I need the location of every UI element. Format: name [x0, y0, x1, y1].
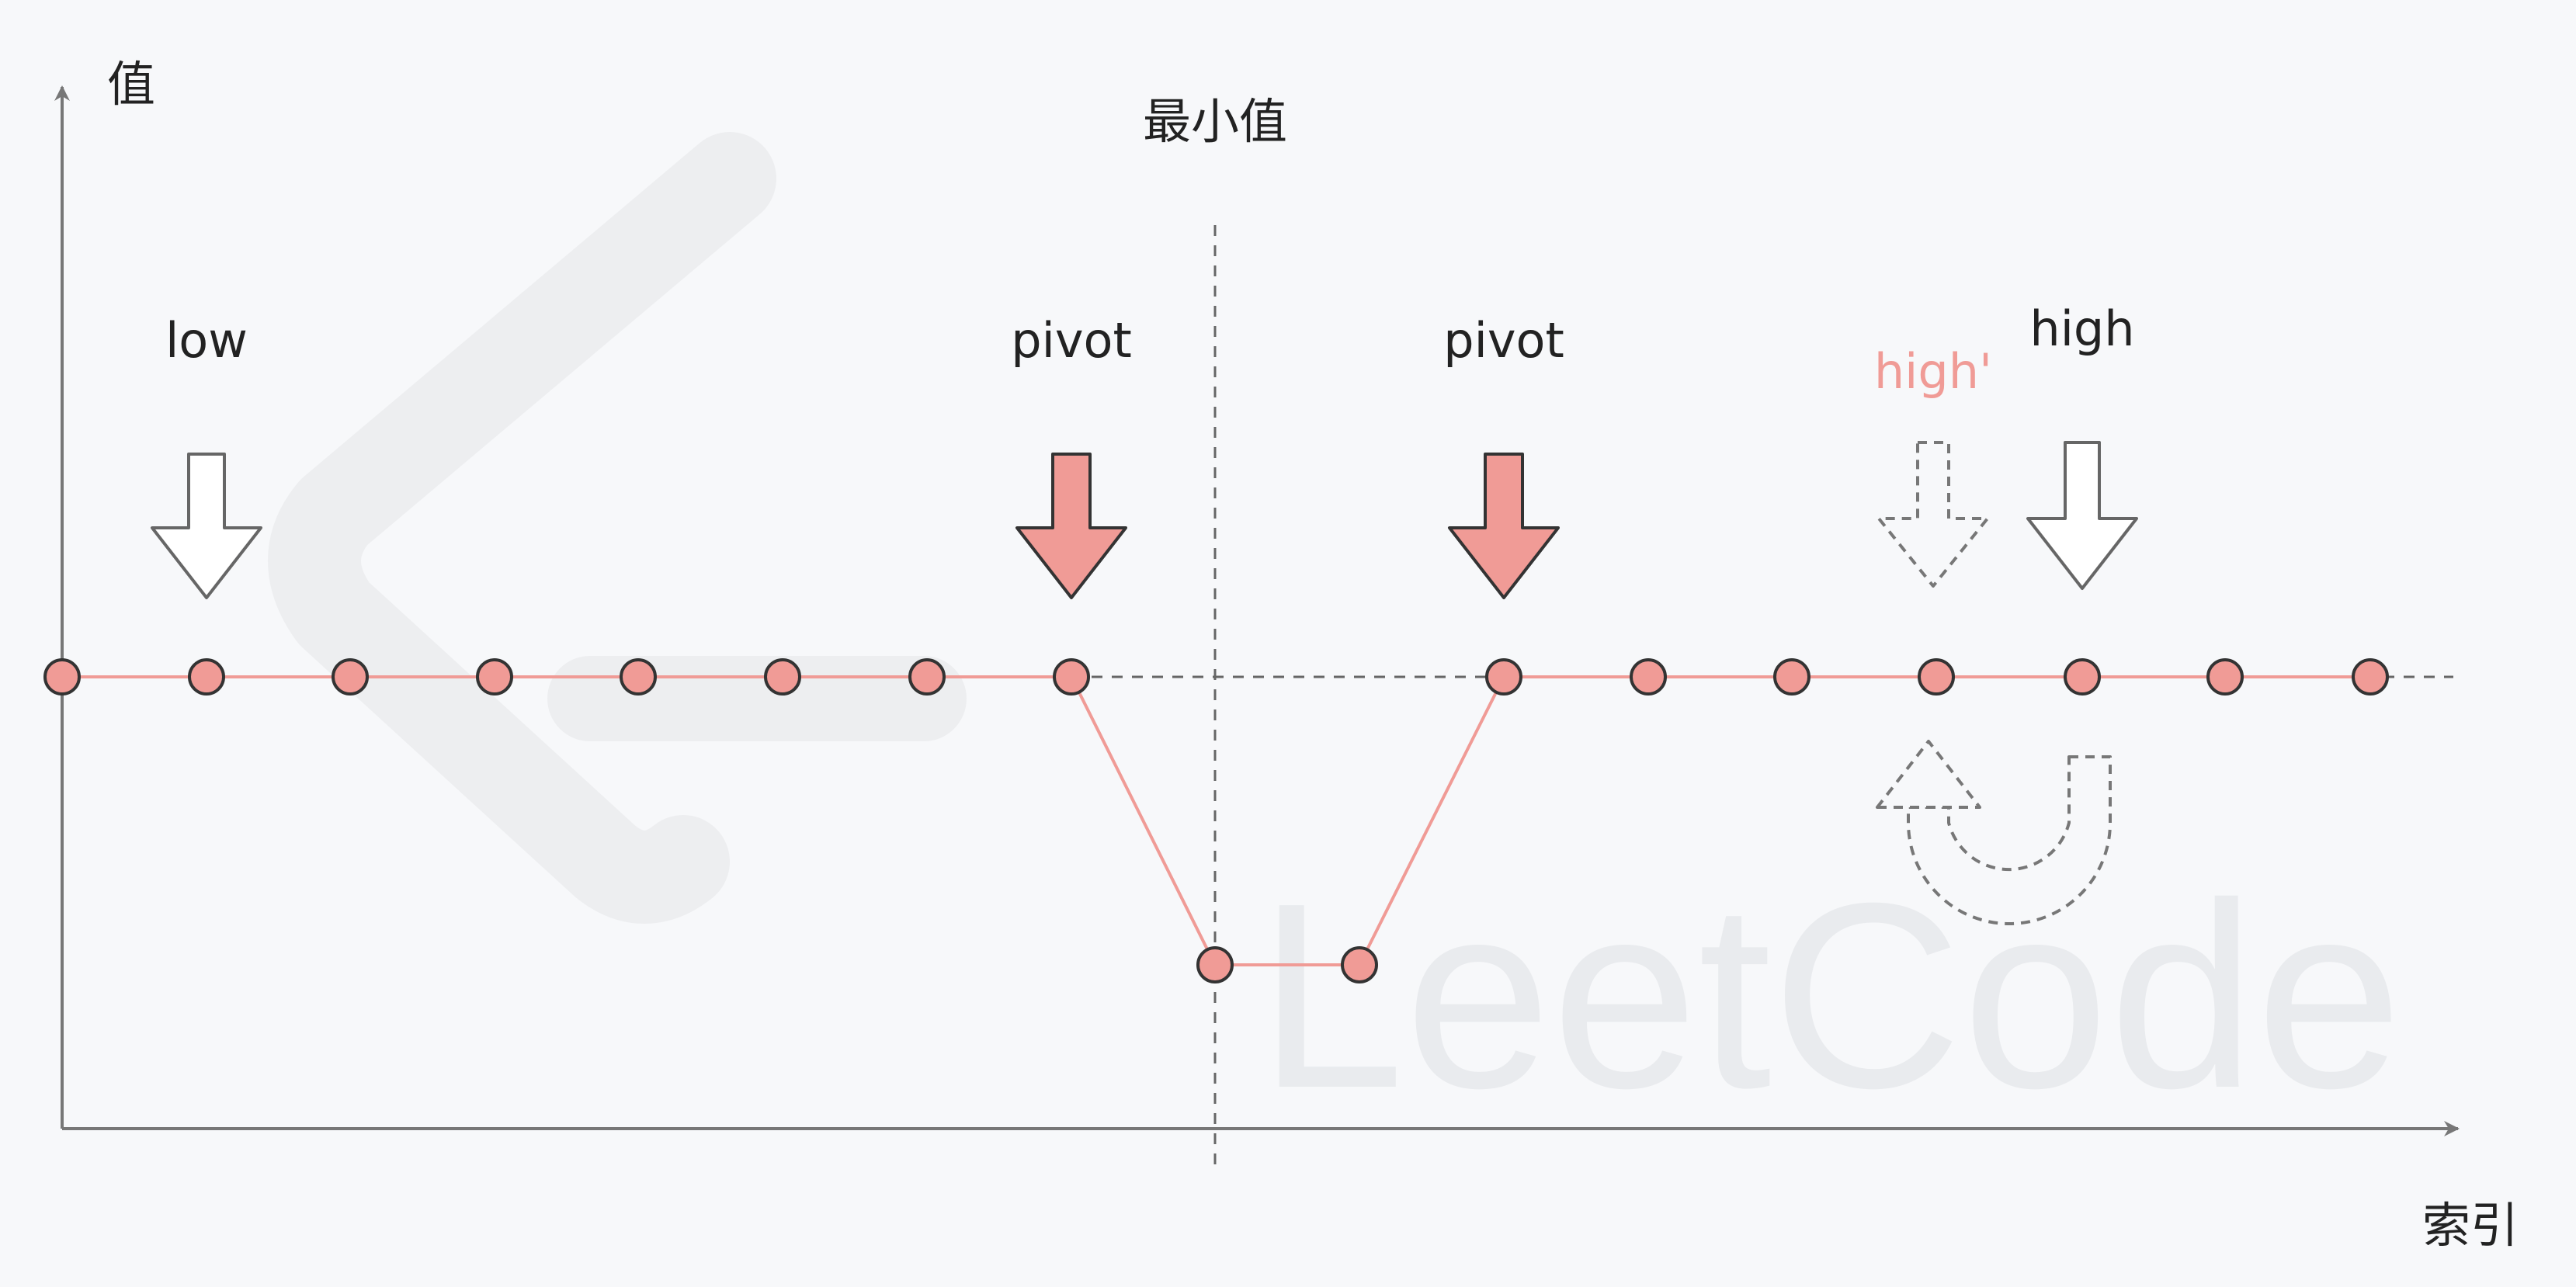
pivot-left-arrow-icon — [1015, 453, 1127, 599]
data-point-14 — [2064, 658, 2101, 696]
watermark-text: LeetCode — [1258, 848, 2403, 1143]
data-point-1 — [188, 658, 225, 696]
high-prime-label: high' — [1874, 343, 1992, 400]
pivot-left-label: pivot — [1011, 312, 1132, 369]
pivot-right-arrow-icon — [1448, 453, 1560, 599]
data-point-2 — [332, 658, 369, 696]
data-point-0 — [43, 658, 81, 696]
minimum-label: 最小值 — [1143, 93, 1287, 150]
data-point-6 — [908, 658, 946, 696]
low-arrow-icon — [151, 453, 262, 599]
high-arrow-icon — [2026, 441, 2138, 590]
data-point-10 — [1485, 658, 1522, 696]
y-axis-label: 值 — [107, 56, 155, 113]
watermark-logo-shape — [268, 132, 776, 924]
data-point-16 — [2352, 658, 2389, 696]
data-point-5 — [764, 658, 801, 696]
high-prime-marker: high' — [1874, 343, 1992, 588]
data-point-12 — [1773, 658, 1810, 696]
x-axis-label: 索引 — [2422, 1197, 2519, 1254]
data-point-9 — [1341, 946, 1378, 983]
data-point-11 — [1630, 658, 1667, 696]
pivot-left-marker: pivot — [1011, 312, 1132, 599]
data-point-4 — [620, 658, 657, 696]
data-point-3 — [476, 658, 513, 696]
pivot-right-marker: pivot — [1443, 312, 1564, 599]
low-marker: low — [151, 312, 262, 599]
diagram-canvas: LeetCode 值 索引 最小值 low pivot pivot high' … — [43, 56, 2519, 1254]
high-label: high — [2029, 300, 2134, 357]
low-label: low — [165, 312, 248, 369]
data-point-7 — [1053, 658, 1090, 696]
data-point-13 — [1918, 658, 1955, 696]
high-marker: high — [2026, 300, 2138, 590]
data-point-8 — [1196, 946, 1234, 983]
data-point-15 — [2206, 658, 2244, 696]
high-prime-arrow-icon — [1877, 441, 1989, 588]
pivot-right-label: pivot — [1443, 312, 1564, 369]
